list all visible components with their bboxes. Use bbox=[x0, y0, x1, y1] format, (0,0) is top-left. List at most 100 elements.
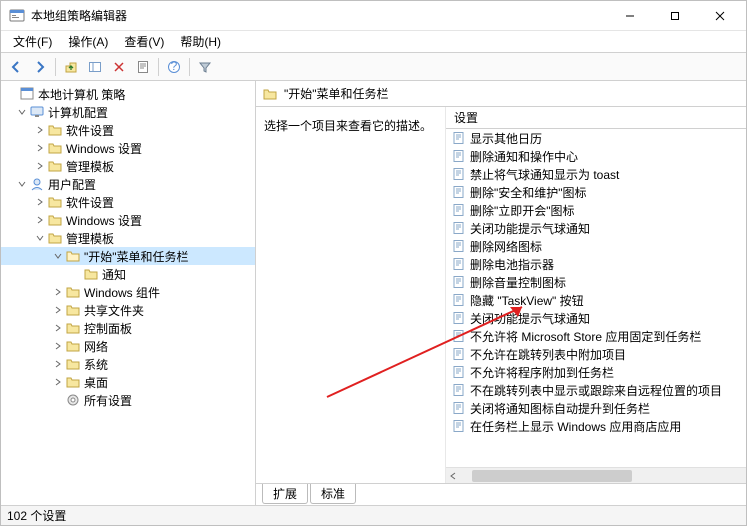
tree-pane[interactable]: 本地计算机 策略 计算机配置 软件设置 Windows 设置 管理模板 用户配置 bbox=[1, 81, 256, 505]
chevron-down-icon[interactable] bbox=[33, 231, 47, 245]
setting-item[interactable]: 删除音量控制图标 bbox=[446, 273, 746, 291]
minimize-button[interactable] bbox=[607, 1, 652, 30]
chevron-right-icon[interactable] bbox=[33, 123, 47, 137]
tree-desktop[interactable]: 桌面 bbox=[1, 373, 255, 391]
policy-item-icon bbox=[452, 239, 466, 253]
folder-icon bbox=[47, 194, 63, 210]
delete-button[interactable] bbox=[108, 56, 130, 78]
horizontal-scrollbar[interactable] bbox=[446, 467, 746, 483]
folder-icon bbox=[47, 230, 63, 246]
setting-item[interactable]: 在任务栏上显示 Windows 应用商店应用 bbox=[446, 417, 746, 435]
chevron-right-icon[interactable] bbox=[51, 321, 65, 335]
tree-shared-folders[interactable]: 共享文件夹 bbox=[1, 301, 255, 319]
nav-back-button[interactable] bbox=[5, 56, 27, 78]
setting-item[interactable]: 删除"安全和维护"图标 bbox=[446, 183, 746, 201]
setting-item[interactable]: 不在跳转列表中显示或跟踪来自远程位置的项目 bbox=[446, 381, 746, 399]
chevron-right-icon[interactable] bbox=[51, 339, 65, 353]
setting-label: 删除音量控制图标 bbox=[470, 274, 566, 291]
setting-item[interactable]: 显示其他日历 bbox=[446, 129, 746, 147]
help-button[interactable]: ? bbox=[163, 56, 185, 78]
chevron-right-icon[interactable] bbox=[33, 141, 47, 155]
maximize-button[interactable] bbox=[652, 1, 697, 30]
tree-label: "开始"菜单和任务栏 bbox=[84, 248, 189, 265]
policy-item-icon bbox=[452, 347, 466, 361]
folder-icon bbox=[83, 266, 99, 282]
chevron-right-icon[interactable] bbox=[51, 375, 65, 389]
setting-item[interactable]: 关闭功能提示气球通知 bbox=[446, 309, 746, 327]
tree-windows-settings[interactable]: Windows 设置 bbox=[1, 139, 255, 157]
close-button[interactable] bbox=[697, 1, 742, 30]
show-hide-tree-button[interactable] bbox=[84, 56, 106, 78]
setting-item[interactable]: 删除"立即开会"图标 bbox=[446, 201, 746, 219]
folder-icon bbox=[47, 122, 63, 138]
tree-start-taskbar[interactable]: "开始"菜单和任务栏 bbox=[1, 247, 255, 265]
tree-windows-components[interactable]: Windows 组件 bbox=[1, 283, 255, 301]
settings-list[interactable]: 显示其他日历删除通知和操作中心禁止将气球通知显示为 toast删除"安全和维护"… bbox=[446, 129, 746, 467]
setting-item[interactable]: 不允许将程序附加到任务栏 bbox=[446, 363, 746, 381]
toolbar-separator bbox=[189, 58, 190, 76]
setting-label: 删除通知和操作中心 bbox=[470, 148, 578, 165]
chevron-right-icon[interactable] bbox=[51, 285, 65, 299]
scroll-thumb[interactable] bbox=[472, 470, 632, 482]
twisty-icon bbox=[51, 393, 65, 407]
chevron-right-icon[interactable] bbox=[33, 213, 47, 227]
tree-control-panel[interactable]: 控制面板 bbox=[1, 319, 255, 337]
policy-icon bbox=[19, 86, 35, 102]
chevron-right-icon[interactable] bbox=[33, 195, 47, 209]
chevron-down-icon[interactable] bbox=[15, 177, 29, 191]
folder-icon bbox=[65, 374, 81, 390]
column-header-setting[interactable]: 设置 bbox=[446, 107, 746, 129]
folder-icon bbox=[47, 158, 63, 174]
tree-user-config[interactable]: 用户配置 bbox=[1, 175, 255, 193]
setting-item[interactable]: 不允许在跳转列表中附加项目 bbox=[446, 345, 746, 363]
setting-item[interactable]: 禁止将气球通知显示为 toast bbox=[446, 165, 746, 183]
policy-item-icon bbox=[452, 311, 466, 325]
tree-all-settings[interactable]: 所有设置 bbox=[1, 391, 255, 409]
setting-item[interactable]: 隐藏 "TaskView" 按钮 bbox=[446, 291, 746, 309]
tree-admin-templates[interactable]: 管理模板 bbox=[1, 229, 255, 247]
tree-software-settings[interactable]: 软件设置 bbox=[1, 193, 255, 211]
folder-icon bbox=[65, 284, 81, 300]
tree-system[interactable]: 系统 bbox=[1, 355, 255, 373]
folder-icon bbox=[65, 338, 81, 354]
setting-label: 关闭功能提示气球通知 bbox=[470, 310, 590, 327]
chevron-down-icon[interactable] bbox=[51, 249, 65, 263]
filter-button[interactable] bbox=[194, 56, 216, 78]
tree-admin-templates[interactable]: 管理模板 bbox=[1, 157, 255, 175]
chevron-right-icon[interactable] bbox=[33, 159, 47, 173]
twisty-icon[interactable] bbox=[5, 87, 19, 101]
settings-icon bbox=[65, 392, 81, 408]
setting-item[interactable]: 删除电池指示器 bbox=[446, 255, 746, 273]
setting-item[interactable]: 不允许将 Microsoft Store 应用固定到任务栏 bbox=[446, 327, 746, 345]
description-column: 选择一个项目来查看它的描述。 bbox=[256, 107, 446, 483]
chevron-down-icon[interactable] bbox=[15, 105, 29, 119]
tree-computer-config[interactable]: 计算机配置 bbox=[1, 103, 255, 121]
tree-software-settings[interactable]: 软件设置 bbox=[1, 121, 255, 139]
setting-item[interactable]: 关闭功能提示气球通知 bbox=[446, 219, 746, 237]
chevron-right-icon[interactable] bbox=[51, 303, 65, 317]
nav-forward-button[interactable] bbox=[29, 56, 51, 78]
setting-label: 删除"立即开会"图标 bbox=[470, 202, 575, 219]
scroll-left-icon[interactable] bbox=[448, 471, 458, 481]
menu-help[interactable]: 帮助(H) bbox=[172, 31, 229, 52]
setting-item[interactable]: 关闭将通知图标自动提升到任务栏 bbox=[446, 399, 746, 417]
tree-label: 通知 bbox=[102, 266, 126, 283]
tree-network[interactable]: 网络 bbox=[1, 337, 255, 355]
properties-button[interactable] bbox=[132, 56, 154, 78]
main-area: 本地计算机 策略 计算机配置 软件设置 Windows 设置 管理模板 用户配置 bbox=[1, 81, 746, 505]
tab-extended[interactable]: 扩展 bbox=[262, 484, 308, 504]
setting-item[interactable]: 删除网络图标 bbox=[446, 237, 746, 255]
menu-file[interactable]: 文件(F) bbox=[5, 31, 60, 52]
tree-root[interactable]: 本地计算机 策略 bbox=[1, 85, 255, 103]
folder-icon bbox=[47, 140, 63, 156]
menu-view[interactable]: 查看(V) bbox=[116, 31, 172, 52]
menu-action[interactable]: 操作(A) bbox=[60, 31, 116, 52]
chevron-right-icon[interactable] bbox=[51, 357, 65, 371]
setting-item[interactable]: 删除通知和操作中心 bbox=[446, 147, 746, 165]
tree-label: 计算机配置 bbox=[48, 104, 108, 121]
details-header: "开始"菜单和任务栏 bbox=[256, 81, 746, 107]
tree-notifications[interactable]: 通知 bbox=[1, 265, 255, 283]
up-level-button[interactable] bbox=[60, 56, 82, 78]
tab-standard[interactable]: 标准 bbox=[310, 484, 356, 504]
tree-windows-settings[interactable]: Windows 设置 bbox=[1, 211, 255, 229]
